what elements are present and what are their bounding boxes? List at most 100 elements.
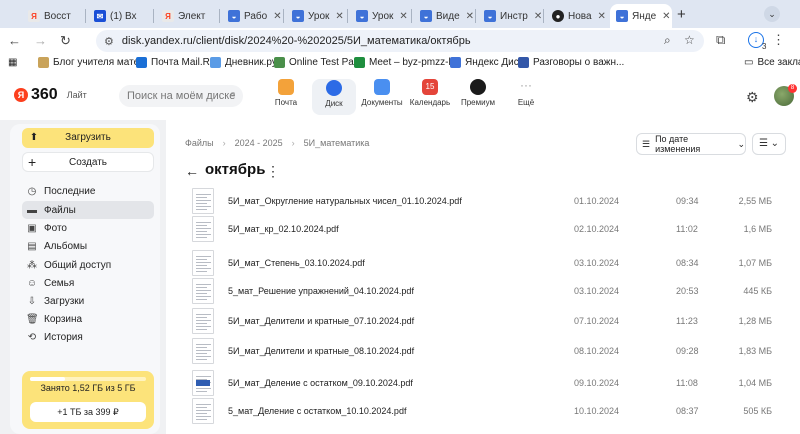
yandex-360-logo[interactable]: Я 360 Лайт	[14, 86, 87, 104]
bookmark-item[interactable]: Разговоры о важн...	[518, 57, 624, 68]
folder-menu-icon[interactable]: ⋮	[266, 163, 280, 180]
service-disk[interactable]: Диск	[312, 79, 356, 115]
browser-tab[interactable]: Я Восст	[22, 4, 86, 28]
service-documents[interactable]: Документы	[360, 79, 404, 107]
file-name: 5И_мат_Деление с остатком_09.10.2024.pdf	[228, 378, 413, 388]
browser-tab[interactable]: ◒ Виде ✕	[414, 4, 476, 28]
file-row[interactable]: 5И_мат_кр_02.10.2024.pdf 02.10.2024 11:02 1…	[190, 216, 786, 244]
sidebar-item-downloads[interactable]: ⇩ Загрузки	[22, 292, 154, 310]
create-label: Создать	[68, 157, 107, 168]
browser-tab[interactable]: ◒ Рабо ✕	[222, 4, 284, 28]
thumbnail-line	[196, 265, 207, 266]
yandex-tab-icon: Я	[162, 10, 174, 22]
disk-service-icon	[326, 80, 342, 96]
sidebar-item-family[interactable]: ☺ Семья	[22, 274, 154, 292]
sidebar-item-recent[interactable]: ◷ Последние	[22, 182, 154, 200]
browser-tab[interactable]: ◒ Урок ✕	[286, 4, 348, 28]
close-tab-icon[interactable]: ✕	[335, 11, 343, 22]
bookmark-item[interactable]: Яндекс Диск	[450, 57, 523, 68]
close-tab-icon[interactable]: ✕	[534, 11, 542, 22]
extensions-icon[interactable]: ⧉	[716, 32, 725, 48]
file-row[interactable]: 5И_мат_Округление натуральных чисел_01.1…	[190, 188, 786, 216]
service-premium[interactable]: Премиум	[456, 79, 500, 107]
tab-title: Восст	[44, 10, 71, 22]
file-row[interactable]: 5И_мат_Деление с остатком_09.10.2024.pdf…	[190, 370, 786, 398]
thumbnail-line	[196, 228, 211, 229]
tab-title: Виде	[436, 10, 460, 22]
breadcrumb-separator-icon: ›	[291, 138, 295, 148]
file-row[interactable]: 5_мат_Деление с остатком_10.10.2024.pdf 1…	[190, 398, 786, 426]
back-arrow-icon[interactable]: ←	[8, 33, 21, 48]
bookmark-item[interactable]: Meet – byz-pmzz-k...	[354, 57, 462, 68]
thumbnail-line	[196, 359, 207, 360]
bookmark-item[interactable]: Блог учителя мате...	[38, 57, 148, 68]
file-date: 03.10.2024	[574, 258, 620, 268]
file-row[interactable]: 5_мат_Решение упражнений_04.10.2024.pdf 0…	[190, 278, 786, 306]
back-arrow-icon[interactable]: ←	[185, 163, 199, 179]
sidebar-item-label: Фото	[44, 222, 67, 234]
search-input[interactable]: Поиск на моём диске ⌕	[119, 85, 243, 107]
service-calendar[interactable]: 15 Календарь	[408, 79, 452, 107]
service-label: Ещё	[517, 98, 535, 107]
address-bar[interactable]: ⚙ disk.yandex.ru/client/disk/2024%20-%20…	[96, 30, 704, 52]
browser-menu-icon[interactable]: ⋮	[772, 32, 785, 48]
sort-icon: ☰	[642, 138, 651, 149]
service-more[interactable]: ··· Ещё	[504, 79, 548, 107]
thumbnail-line	[196, 326, 211, 327]
sidebar-item-files[interactable]: ▬ Файлы	[22, 201, 154, 219]
forward-arrow-icon[interactable]: →	[34, 33, 47, 48]
view-mode-button[interactable]: ☰ ⌄	[752, 133, 786, 155]
sidebar-item-trash[interactable]: 🗑 Корзина	[22, 310, 154, 328]
upload-button[interactable]: ⬆ Загрузить	[22, 128, 154, 148]
create-button[interactable]: + Создать	[22, 152, 154, 172]
tab-title: Янде	[632, 10, 657, 22]
disk-header: Я 360 Лайт Поиск на моём диске ⌕ Почта Д…	[0, 74, 800, 120]
close-tab-icon[interactable]: ✕	[662, 11, 670, 22]
browser-tab[interactable]: ◒ Урок ✕	[350, 4, 412, 28]
file-row[interactable]: 5И_мат_Делители и кратные_07.10.2024.pdf…	[190, 308, 786, 336]
sort-dropdown[interactable]: ☰ По дате изменения ⌄	[636, 133, 746, 155]
bookmark-star-icon[interactable]: ☆	[684, 33, 695, 47]
close-tab-icon[interactable]: ✕	[598, 11, 606, 22]
thumbnail-line	[196, 347, 207, 348]
mail-tab-icon: ✉	[94, 10, 106, 22]
new-tab-button[interactable]: +	[677, 6, 686, 23]
disk-tab-icon: ◒	[228, 10, 240, 22]
service-mail[interactable]: Почта	[264, 79, 308, 107]
browser-tab[interactable]: ● Нова ✕	[546, 4, 608, 28]
close-tab-icon[interactable]: ✕	[273, 11, 281, 22]
close-tab-icon[interactable]: ✕	[466, 11, 474, 22]
tab-search-chevron-icon[interactable]: ⌄	[764, 6, 780, 22]
zoom-icon[interactable]: ⌕	[664, 33, 671, 48]
sidebar-item-albums[interactable]: ▤ Альбомы	[22, 237, 154, 255]
bookmark-item[interactable]: Online Test Pad	[274, 57, 359, 68]
sidebar-item-photo[interactable]: ▣ Фото	[22, 219, 154, 237]
bookmark-item[interactable]: Дневник.ру	[210, 57, 277, 68]
file-row[interactable]: 5И_мат_Делители и кратные_08.10.2024.pdf…	[190, 338, 786, 366]
breadcrumb-item[interactable]: Файлы	[185, 138, 214, 148]
thumbnail-line	[196, 419, 207, 420]
search-icon[interactable]: ⌕	[230, 88, 236, 101]
site-info-icon[interactable]: ⚙	[104, 35, 114, 48]
browser-tab[interactable]: ✉ (1) Вх	[88, 4, 154, 28]
reload-icon[interactable]: ↻	[60, 33, 71, 49]
disk-tab-icon: ◒	[484, 10, 496, 22]
thumbnail-line	[196, 356, 211, 357]
close-tab-icon[interactable]: ✕	[399, 11, 407, 22]
breadcrumb-item[interactable]: 5И_математика	[304, 138, 370, 148]
apps-grid-icon[interactable]: ▦	[8, 57, 17, 68]
thumbnail-line	[196, 268, 211, 269]
storage-text: Занято 1,52 ГБ из 5 ГБ	[40, 383, 136, 393]
file-row[interactable]: 5И_мат_Степень_03.10.2024.pdf 03.10.2024 0…	[190, 250, 786, 278]
browser-tab-active[interactable]: ◒ Янде ✕	[610, 4, 672, 28]
bookmark-item[interactable]: Почта Mail.Ru	[136, 57, 215, 68]
browser-tab[interactable]: ◒ Инстр ✕	[478, 4, 544, 28]
pdf-thumbnail-icon	[192, 188, 214, 214]
buy-storage-button[interactable]: +1 ТБ за 399 ₽	[30, 402, 146, 422]
settings-gear-icon[interactable]: ⚙	[746, 89, 759, 106]
sidebar-item-shared[interactable]: ⁂ Общий доступ	[22, 256, 154, 274]
all-bookmarks[interactable]: ▭Все заклад	[744, 57, 800, 68]
breadcrumb-item[interactable]: 2024 - 2025	[235, 138, 283, 148]
browser-tab[interactable]: Я Элект	[156, 4, 220, 28]
sidebar-item-history[interactable]: ⟲ История	[22, 328, 154, 346]
